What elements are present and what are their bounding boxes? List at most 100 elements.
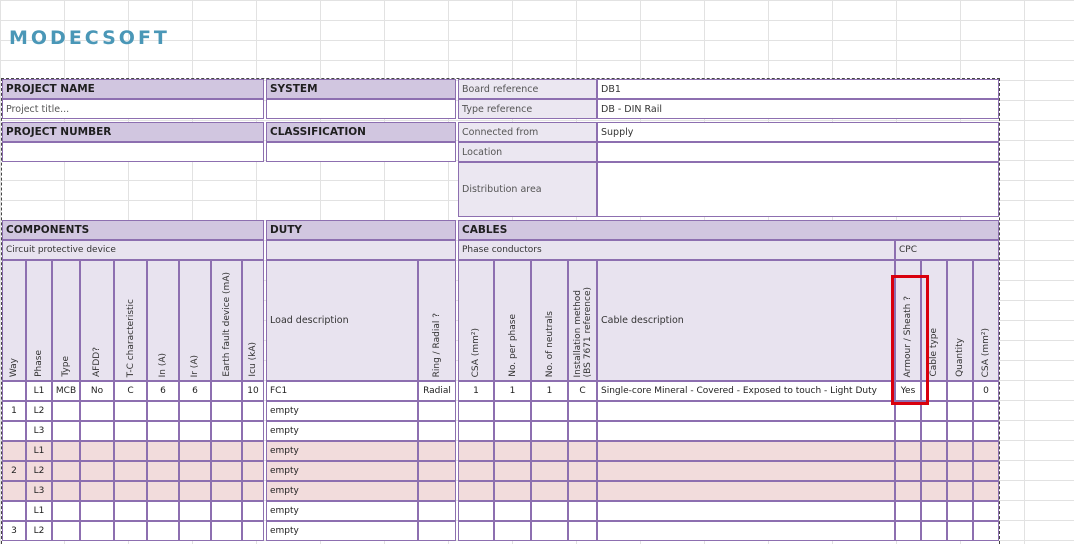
cell-icu[interactable] (242, 401, 264, 421)
cell-tc[interactable] (114, 421, 147, 441)
cell-ccsa[interactable] (973, 521, 999, 541)
cell-way[interactable] (2, 501, 26, 521)
cell-ir[interactable] (179, 521, 211, 541)
cell-ir[interactable] (179, 481, 211, 501)
cell-npp[interactable]: 1 (494, 381, 531, 401)
cell-ef[interactable] (211, 521, 242, 541)
cell-ir[interactable] (179, 461, 211, 481)
cell-armour[interactable] (895, 461, 921, 481)
cell-afdd[interactable] (80, 401, 114, 421)
cell-armour[interactable] (895, 521, 921, 541)
cell-ring[interactable] (418, 481, 456, 501)
cell-phase[interactable]: L3 (26, 421, 52, 441)
cell-type[interactable] (52, 421, 80, 441)
cell-icu[interactable] (242, 421, 264, 441)
cell-ef[interactable] (211, 401, 242, 421)
cell-phase[interactable]: L3 (26, 481, 52, 501)
cell-phase[interactable]: L1 (26, 441, 52, 461)
cell-npp[interactable] (494, 421, 531, 441)
cell-phase[interactable]: L1 (26, 501, 52, 521)
cell-im[interactable]: C (568, 381, 597, 401)
classification-field[interactable] (266, 142, 456, 162)
cell-npp[interactable] (494, 501, 531, 521)
cell-qty[interactable] (947, 401, 973, 421)
cell-in[interactable]: 6 (147, 381, 179, 401)
cell-icu[interactable] (242, 461, 264, 481)
cell-way[interactable] (2, 421, 26, 441)
cell-way[interactable]: 2 (2, 461, 26, 481)
cell-npp[interactable] (494, 521, 531, 541)
cell-in[interactable] (147, 461, 179, 481)
cell-ccsa[interactable] (973, 501, 999, 521)
cell-in[interactable] (147, 401, 179, 421)
cell-qty[interactable] (947, 521, 973, 541)
cell-in[interactable] (147, 521, 179, 541)
cell-nn[interactable]: 1 (531, 381, 568, 401)
cell-armour[interactable] (895, 501, 921, 521)
cell-way[interactable] (2, 381, 26, 401)
cell-nn[interactable] (531, 521, 568, 541)
cell-tc[interactable] (114, 481, 147, 501)
cell-ir[interactable] (179, 401, 211, 421)
cell-ccsa[interactable]: 0 (973, 381, 999, 401)
cell-load[interactable]: empty (266, 521, 418, 541)
cell-npp[interactable] (494, 401, 531, 421)
cell-qty[interactable] (947, 481, 973, 501)
cell-load[interactable]: empty (266, 461, 418, 481)
cell-ctype[interactable] (921, 441, 947, 461)
cell-qty[interactable] (947, 421, 973, 441)
cell-im[interactable] (568, 501, 597, 521)
cell-icu[interactable] (242, 481, 264, 501)
cell-load[interactable]: empty (266, 481, 418, 501)
cell-nn[interactable] (531, 401, 568, 421)
cell-tc[interactable] (114, 441, 147, 461)
cell-icu[interactable] (242, 501, 264, 521)
cell-ring[interactable] (418, 421, 456, 441)
cell-cable[interactable] (597, 481, 895, 501)
cell-type[interactable] (52, 461, 80, 481)
cell-load[interactable]: empty (266, 501, 418, 521)
cell-type[interactable] (52, 441, 80, 461)
cell-nn[interactable] (531, 461, 568, 481)
cell-cable[interactable] (597, 441, 895, 461)
cell-ctype[interactable] (921, 501, 947, 521)
cell-phase[interactable]: L2 (26, 521, 52, 541)
cell-nn[interactable] (531, 441, 568, 461)
cell-im[interactable] (568, 441, 597, 461)
cell-ir[interactable] (179, 441, 211, 461)
cell-ir[interactable] (179, 501, 211, 521)
cell-im[interactable] (568, 481, 597, 501)
cell-ctype[interactable] (921, 521, 947, 541)
cell-ccsa[interactable] (973, 481, 999, 501)
cell-csa[interactable] (458, 521, 494, 541)
cell-csa[interactable] (458, 441, 494, 461)
cell-way[interactable]: 3 (2, 521, 26, 541)
cell-load[interactable]: empty (266, 421, 418, 441)
cell-im[interactable] (568, 461, 597, 481)
cell-ctype[interactable] (921, 481, 947, 501)
cell-ccsa[interactable] (973, 461, 999, 481)
cell-ring[interactable] (418, 461, 456, 481)
cell-ef[interactable] (211, 381, 242, 401)
board-reference-field[interactable]: DB1 (597, 79, 999, 99)
cell-type[interactable] (52, 521, 80, 541)
cell-csa[interactable] (458, 501, 494, 521)
cell-cable[interactable]: Single-core Mineral - Covered - Exposed … (597, 381, 895, 401)
cell-ef[interactable] (211, 441, 242, 461)
cell-ring[interactable]: Radial (418, 381, 456, 401)
cell-nn[interactable] (531, 481, 568, 501)
cell-ring[interactable] (418, 441, 456, 461)
distribution-area-field[interactable] (597, 162, 999, 217)
cell-type[interactable] (52, 501, 80, 521)
cell-cable[interactable] (597, 461, 895, 481)
cell-ring[interactable] (418, 501, 456, 521)
cell-npp[interactable] (494, 481, 531, 501)
cell-ctype[interactable] (921, 461, 947, 481)
cell-npp[interactable] (494, 441, 531, 461)
cell-cable[interactable] (597, 501, 895, 521)
cell-ccsa[interactable] (973, 441, 999, 461)
cell-ir[interactable] (179, 421, 211, 441)
cell-icu[interactable]: 10 (242, 381, 264, 401)
project-name-field[interactable]: Project title... (2, 99, 264, 119)
cell-phase[interactable]: L2 (26, 401, 52, 421)
